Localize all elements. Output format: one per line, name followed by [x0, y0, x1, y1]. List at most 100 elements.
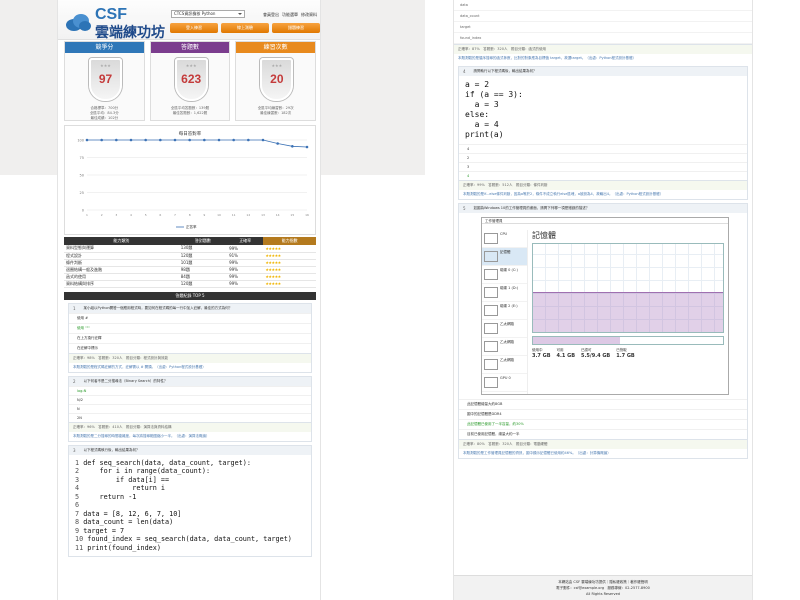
table-cell: 99%: [227, 280, 264, 288]
memory-stat-value: 5.5/9.4 GB: [581, 353, 611, 359]
question-text: 某小組以Python開發一個應用程式時，要如何在程式碼的每一行中加入註解，最佳的…: [83, 305, 233, 310]
task-manager-item[interactable]: 乙太網路: [482, 320, 527, 338]
task-manager-item[interactable]: 乙太網路: [482, 338, 527, 356]
task-manager-sidebar: CPU 記憶體 磁碟 0 (C:) 磁碟 1 (D:) 磁碟 2 (E:) 乙太網路 乙太網…: [482, 230, 528, 394]
option[interactable]: data: [454, 0, 752, 11]
x-tick-label: 4: [130, 213, 132, 217]
task-manager-item-label: 乙太網路: [500, 358, 514, 362]
task-manager-item[interactable]: 磁碟 1 (D:): [482, 284, 527, 302]
code-text: data_count = len(data): [83, 518, 174, 526]
task-manager-item-label: CPU: [500, 232, 508, 236]
memory-stat: 已快取 1.7 GB: [616, 348, 635, 359]
data-point: [159, 138, 162, 142]
code-block: 1 def seq_search(data, data_count, targe…: [69, 455, 311, 557]
exam-select[interactable]: CTCS資訊檢核 Python: [171, 10, 245, 18]
question-number: 4: [463, 69, 466, 74]
option[interactable]: 使用 """: [69, 322, 311, 333]
option[interactable]: 2: [459, 153, 747, 162]
line-number: 4: [75, 484, 80, 492]
answer-meta: 正確率：87% 答題數：320人 題目分類：函式的使用: [454, 44, 752, 54]
table-cell: 91%: [227, 252, 264, 260]
score-card: 競爭分 ★★★ 97 合格標準：700分 全區平均：84.3分 最佳成績：102分: [64, 41, 145, 121]
score-card-line: 最佳成績：102分: [90, 116, 119, 120]
code-text: found_index = seq_search(data, data_coun…: [87, 535, 292, 543]
task-manager-item[interactable]: 乙太網路: [482, 356, 527, 374]
x-tick-label: 12: [246, 213, 250, 217]
option[interactable]: 圖中的記憶體是DDR4: [459, 409, 747, 419]
task-manager-item[interactable]: GPU 0: [482, 374, 527, 392]
option[interactable]: target: [454, 22, 752, 33]
task-manager-item[interactable]: 記憶體: [482, 248, 527, 266]
option[interactable]: 使用 #: [69, 312, 311, 323]
memory-stat-value: 3.7 GB: [532, 353, 551, 359]
table-cell[interactable]: 程式設計: [64, 252, 179, 260]
table-cell[interactable]: 資料結構與排序: [64, 280, 179, 288]
option[interactable]: log₂N: [69, 385, 311, 395]
practice-button[interactable]: 登入練習: [170, 23, 218, 33]
code-line: print(a): [465, 130, 504, 139]
option[interactable]: 3: [459, 162, 747, 171]
code-line: 6: [75, 501, 305, 510]
answer-meta: 正確率：98% 答題數：320人 題目分類：程式設計與效能: [69, 352, 311, 363]
memory-stat: 可用 4.1 GB: [557, 348, 576, 359]
task-manager-item-label: 磁碟 2 (E:): [500, 304, 518, 308]
line-number: 6: [75, 501, 80, 509]
x-tick-label: 9: [203, 213, 205, 217]
table-cell: 130題: [178, 245, 228, 253]
table-cell[interactable]: 條件判斷: [64, 259, 179, 267]
task-manager-item[interactable]: 磁碟 2 (E:): [482, 302, 527, 320]
test-button[interactable]: 線上測驗: [221, 23, 269, 33]
score-card-title: 競爭分: [65, 42, 144, 53]
accuracy-chart: 每日答對率 0 25 50 75 100 1 2 3 4 5 6 7 8 9 10 11 12 13 14 15 16 正答…: [64, 125, 316, 235]
table-cell[interactable]: 函式的使用: [64, 273, 179, 281]
code-text: return i: [83, 484, 166, 492]
option[interactable]: N/2: [69, 394, 311, 404]
profile-link[interactable]: 修改資料: [301, 12, 317, 18]
line-number: 7: [75, 509, 80, 518]
option[interactable]: data_count: [454, 11, 752, 22]
data-point: [247, 138, 250, 142]
option[interactable]: found_index: [454, 33, 752, 44]
x-tick-label: 16: [305, 213, 309, 217]
task-manager-item[interactable]: CPU: [482, 230, 527, 248]
logout-link[interactable]: 會員登出: [263, 12, 279, 18]
table-cell: 98題: [178, 266, 228, 274]
explanation: 本題測驗的是二分搜尋的時間複雜度，每次將搜尋範圍縮小一半。（出處：演算法概論）: [73, 433, 210, 438]
option[interactable]: 4: [459, 171, 747, 180]
option[interactable]: 此記憶體總量大約8GB: [459, 399, 747, 409]
data-point: [305, 145, 309, 149]
option[interactable]: 目前已使用記憶體，總量大約一半: [459, 429, 747, 439]
task-manager-item-label: 磁碟 1 (D:): [500, 286, 519, 290]
option[interactable]: N: [69, 403, 311, 413]
cloud-logo-icon: [66, 14, 91, 31]
option[interactable]: 在註解中標示: [69, 342, 311, 353]
wrong-question-button[interactable]: 錯題練習: [272, 23, 320, 33]
table-cell[interactable]: 資料型態與運算: [64, 245, 179, 253]
table-cell[interactable]: 迴圈結構一般及進階: [64, 266, 179, 274]
code-text: data = [8, 12, 6, 7, 10]: [83, 509, 182, 518]
table-row: 資料結構與排序 120題 99% ★★★★★: [64, 280, 316, 288]
code-line: 7 data = [8, 12, 6, 7, 10]: [75, 510, 305, 519]
code-line: 8 data_count = len(data): [75, 518, 305, 527]
table-header: 能力指數: [263, 237, 316, 245]
task-manager-item-label: 乙太網路: [500, 340, 514, 344]
chart-title: 每日答對率: [179, 130, 202, 137]
memory-stats: 使用中 3.7 GB 可用 4.1 GB 已認可 5.5/9.4 GB 已快取 1.7 GB: [532, 348, 724, 359]
memory-stat-label: 已快取: [616, 348, 627, 352]
answers-card-line: 最佳答題數：1,622題: [172, 111, 208, 115]
menu-link[interactable]: 功能選單: [282, 12, 298, 18]
question-text: 以下程式碼執行後，輸出結果為何？: [83, 447, 140, 452]
task-manager-item[interactable]: 磁碟 0 (C:): [482, 266, 527, 284]
option[interactable]: 此記憶體已使用了一半容量，約30%: [459, 419, 747, 429]
option[interactable]: 2N: [69, 412, 311, 422]
option[interactable]: 在上方換行註釋: [69, 332, 311, 343]
code-line: 9 target = 7: [75, 527, 305, 536]
memory-stat: 已認可 5.5/9.4 GB: [581, 348, 610, 359]
mini-graph-icon: [484, 233, 498, 244]
option[interactable]: 4: [459, 144, 747, 153]
table-row: 資料型態與運算 130題 99% ★★★★★: [64, 245, 316, 253]
logo-text-bottom: 雲端練功坊: [95, 24, 165, 40]
y-tick-label: 0: [82, 209, 84, 213]
x-tick-label: 5: [145, 213, 147, 217]
table-row: 程式設計 120題 91% ★★★★★: [64, 252, 316, 260]
